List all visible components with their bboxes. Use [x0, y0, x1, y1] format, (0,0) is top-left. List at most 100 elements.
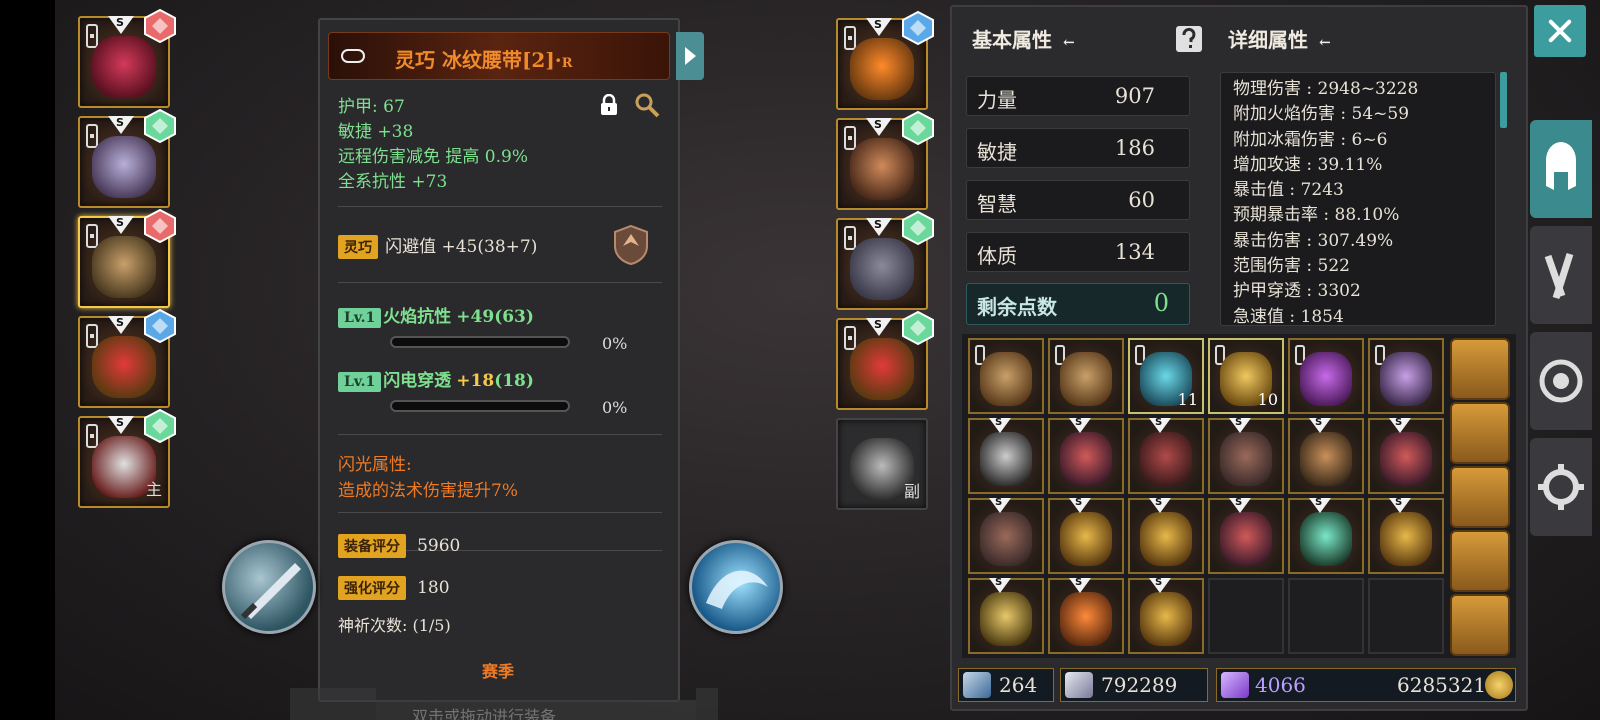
- inventory-slot[interactable]: [1048, 338, 1124, 414]
- rank-badge: S: [1389, 497, 1411, 513]
- skill-orb-wave[interactable]: [689, 540, 783, 634]
- rank-badge: S: [866, 218, 892, 236]
- basic-attributes-header[interactable]: 基本属性 ←: [972, 24, 1075, 53]
- bag-icon[interactable]: [1450, 466, 1510, 528]
- pouch-icon: [980, 352, 1032, 406]
- detail-scrollbar[interactable]: [1500, 72, 1507, 128]
- socket-name: 闪电穿透: [383, 371, 452, 391]
- inventory-slot[interactable]: S: [1128, 497, 1204, 574]
- magnifier-icon[interactable]: [634, 92, 660, 122]
- ring-icon: [1140, 512, 1192, 566]
- inventory-slot[interactable]: S: [1288, 497, 1364, 574]
- inventory-slot[interactable]: S: [1048, 417, 1124, 494]
- inventory-slot[interactable]: S: [968, 577, 1044, 654]
- slot-sub-label: 副: [903, 482, 920, 501]
- remaining-points-row: 剩余点数 0: [966, 283, 1190, 325]
- rank-badge: S: [1309, 497, 1331, 513]
- inventory-slot[interactable]: S: [968, 417, 1044, 494]
- diamond-badge-icon: [144, 308, 176, 344]
- socket-row: Lv.1 火焰抗性 +49(63): [338, 302, 534, 328]
- inventory-slot[interactable]: S: [1368, 497, 1444, 574]
- left-equip-slot[interactable]: S: [78, 208, 176, 308]
- socket-level-tag: Lv.1: [338, 372, 382, 392]
- lock-icon: [844, 126, 856, 150]
- tab-equipment[interactable]: [1530, 120, 1592, 218]
- rank-badge: S: [989, 417, 1011, 433]
- socket-progress-bar: [390, 400, 570, 412]
- ring-icon: [1060, 512, 1112, 566]
- socket-level-tag: Lv.1: [338, 308, 382, 328]
- rank-letter: S: [1075, 417, 1083, 428]
- inventory-slot[interactable]: S: [1048, 497, 1124, 574]
- left-letterbox: [0, 0, 55, 720]
- inventory-slot[interactable]: S: [1128, 577, 1204, 654]
- skill-orb-blade[interactable]: [222, 540, 316, 634]
- socket-total: (18): [494, 371, 534, 391]
- rank-letter: S: [1155, 417, 1163, 428]
- inventory-slot[interactable]: 10: [1208, 338, 1284, 414]
- inventory-slot[interactable]: S: [1368, 417, 1444, 494]
- remaining-label: 剩余点数: [977, 295, 1057, 319]
- panel-next-arrow[interactable]: [676, 32, 704, 80]
- inventory-slot[interactable]: 11: [1128, 338, 1204, 414]
- bag-icon[interactable]: [1450, 594, 1510, 656]
- right-equip-slot[interactable]: S: [836, 210, 934, 310]
- inventory-slot[interactable]: S: [1208, 417, 1284, 494]
- right-equip-slot[interactable]: 副: [836, 418, 928, 510]
- lock-icon: [86, 24, 98, 48]
- inventory-slot[interactable]: S: [1128, 417, 1204, 494]
- tab-settings[interactable]: [1530, 438, 1592, 536]
- dust-currency: 264: [958, 668, 1054, 702]
- wand-icon: [963, 672, 991, 698]
- left-equip-slot[interactable]: S主: [78, 408, 176, 508]
- inventory-slot[interactable]: S: [1048, 577, 1124, 654]
- inventory-slot[interactable]: S: [1288, 417, 1364, 494]
- inventory-slot-empty[interactable]: [1368, 578, 1444, 654]
- gloves-icon: [1300, 432, 1352, 486]
- belt-icon: [92, 236, 156, 298]
- inventory-slot[interactable]: S: [968, 497, 1044, 574]
- inventory-slot[interactable]: [1288, 338, 1364, 414]
- rank-badge: S: [108, 216, 134, 234]
- inventory-slot[interactable]: S: [1208, 497, 1284, 574]
- gloves-tools-icon: [1544, 252, 1574, 300]
- gem-icon: [1065, 672, 1093, 698]
- bag-icon[interactable]: [1450, 338, 1510, 400]
- item-stat-line: 远程伤害减免 提高 0.9%: [338, 147, 528, 167]
- left-equip-slot[interactable]: S: [78, 308, 176, 408]
- bag-icon[interactable]: [1450, 530, 1510, 592]
- detail-attribute-line: 暴击伤害 : 307.49%: [1233, 230, 1394, 251]
- socket-row: Lv.1 闪电穿透 +18(18): [338, 366, 534, 392]
- diamond-badge-icon: [144, 208, 176, 244]
- socket-name: 火焰抗性: [383, 307, 452, 327]
- detail-attributes-header[interactable]: 详细属性 ←: [1228, 24, 1331, 53]
- rank-badge: S: [108, 16, 134, 34]
- rank-badge: S: [866, 18, 892, 36]
- right-equip-slot[interactable]: S: [836, 310, 934, 410]
- tab-socket[interactable]: [1530, 332, 1592, 430]
- toggle-arrow-icon: ←: [1062, 35, 1075, 51]
- tab-crafting[interactable]: [1530, 226, 1592, 324]
- inventory-slot-empty[interactable]: [1288, 578, 1364, 654]
- help-icon[interactable]: [1176, 26, 1202, 52]
- gold-coin-icon: [1485, 671, 1513, 699]
- left-equip-slot[interactable]: S: [78, 108, 176, 208]
- season-link[interactable]: 赛季: [482, 658, 514, 682]
- crystal-gold-currency: 4066 6285321: [1216, 668, 1516, 702]
- lock-icon: [86, 124, 98, 148]
- score-value: 5960: [417, 536, 461, 556]
- bag-icon[interactable]: [1450, 402, 1510, 464]
- attribute-row: 体质 134: [966, 232, 1190, 272]
- close-button[interactable]: [1534, 5, 1586, 57]
- lock-icon[interactable]: [600, 93, 618, 115]
- right-equip-slot[interactable]: S: [836, 110, 934, 210]
- flash-title: 闪光属性:: [338, 455, 412, 475]
- left-equip-slot[interactable]: S: [78, 8, 176, 108]
- detail-attribute-line: 暴击值 : 7243: [1233, 180, 1344, 201]
- inventory-slot[interactable]: [968, 338, 1044, 414]
- inventory-slot[interactable]: [1368, 338, 1444, 414]
- detail-attributes-list[interactable]: 物理伤害 : 2948~3228 附加火焰伤害 : 54~59 附加冰霜伤害 : 6…: [1220, 72, 1496, 326]
- lock-icon: [86, 324, 98, 348]
- right-equip-slot[interactable]: S: [836, 10, 934, 110]
- inventory-slot-empty[interactable]: [1208, 578, 1284, 654]
